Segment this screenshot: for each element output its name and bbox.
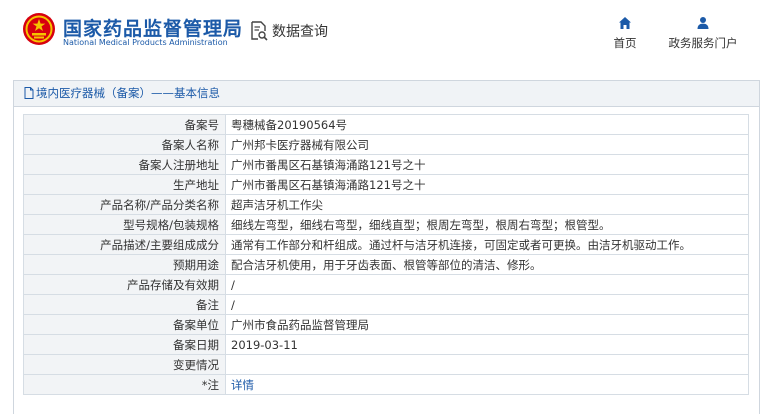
table-row: 型号规格/包装规格 细线左弯型，细线右弯型，细线直型；根周左弯型，根周右弯型；根管… [23, 214, 749, 235]
document-search-icon [251, 21, 268, 41]
nav-home[interactable]: 首页 [605, 16, 645, 51]
table-row: 生产地址 广州市番禺区石基镇海涌路121号之十 [23, 174, 749, 195]
table-row: 备注 / [23, 294, 749, 315]
field-value: 广州市食品药品监督管理局 [225, 314, 749, 335]
nav-home-label: 首页 [613, 36, 637, 50]
table-row: 备案人注册地址 广州市番禺区石基镇海涌路121号之十 [23, 154, 749, 175]
user-icon [697, 17, 709, 29]
field-value: 广州市番禺区石基镇海涌路121号之十 [225, 174, 749, 195]
field-label: 备案单位 [23, 314, 226, 335]
field-label: 型号规格/包装规格 [23, 214, 226, 235]
site-name-en: National Medical Products Administration [63, 38, 228, 47]
table-row: 产品存储及有效期 / [23, 274, 749, 295]
table-row: 备案单位 广州市食品药品监督管理局 [23, 314, 749, 335]
field-value: 细线左弯型，细线右弯型，细线直型；根周左弯型，根周右弯型；根管型。 [225, 214, 749, 235]
table-row: 产品描述/主要组成成分 通常有工作部分和杆组成。通过杆与洁牙机连接，可固定或者可更… [23, 234, 749, 255]
table-row: 预期用途 配合洁牙机使用，用于牙齿表面、根管等部位的清洁、修形。 [23, 254, 749, 275]
data-query-link[interactable]: 数据查询 [250, 20, 328, 42]
field-label: 备案人名称 [23, 134, 226, 155]
field-value: 超声洁牙机工作尖 [225, 194, 749, 215]
table-row: 备案号 粤穗械备20190564号 [23, 114, 749, 135]
field-value: / [225, 294, 749, 315]
field-value [225, 354, 749, 375]
home-icon [619, 17, 631, 29]
record-info-table: 备案号 粤穗械备20190564号 备案人名称 广州邦卡医疗器械有限公司 备案人注册… [23, 114, 749, 395]
field-label: 备案号 [23, 114, 226, 135]
panel-breadcrumb: 境内医疗器械（备案）——基本信息 [14, 81, 759, 107]
field-value: 通常有工作部分和杆组成。通过杆与洁牙机连接，可固定或者可更换。由洁牙机驱动工作。 [225, 234, 749, 255]
site-header: 国家药品监督管理局 National Medical Products Admi… [0, 0, 761, 64]
field-label: 备案日期 [23, 334, 226, 355]
table-row: 变更情况 [23, 354, 749, 375]
table-row: 备案人名称 广州邦卡医疗器械有限公司 [23, 134, 749, 155]
field-label: 预期用途 [23, 254, 226, 275]
nav-service-portal[interactable]: 政务服务门户 [660, 16, 746, 51]
field-value: / [225, 274, 749, 295]
field-value: 广州市番禺区石基镇海涌路121号之十 [225, 154, 749, 175]
field-value: 粤穗械备20190564号 [225, 114, 749, 135]
national-emblem-icon [23, 13, 55, 45]
document-icon [24, 87, 34, 99]
record-panel: 境内医疗器械（备案）——基本信息 备案号 粤穗械备20190564号 备案人名称广… [13, 80, 760, 414]
breadcrumb-text: 境内医疗器械（备案）——基本信息 [36, 86, 220, 100]
field-label: 产品名称/产品分类名称 [23, 194, 226, 215]
data-query-label: 数据查询 [272, 24, 328, 40]
nav-service-label: 政务服务门户 [668, 36, 738, 50]
table-row: *注 详情 [23, 374, 749, 395]
details-link[interactable]: 详情 [231, 378, 254, 392]
site-name-cn: 国家药品监督管理局 [63, 18, 244, 40]
field-label: 生产地址 [23, 174, 226, 195]
field-label: 产品描述/主要组成成分 [23, 234, 226, 255]
field-value: 配合洁牙机使用，用于牙齿表面、根管等部位的清洁、修形。 [225, 254, 749, 275]
field-value: 2019-03-11 [225, 334, 749, 355]
field-label: 备案人注册地址 [23, 154, 226, 175]
field-value: 广州邦卡医疗器械有限公司 [225, 134, 749, 155]
table-row: 产品名称/产品分类名称 超声洁牙机工作尖 [23, 194, 749, 215]
field-label: *注 [23, 374, 226, 395]
field-label: 产品存储及有效期 [23, 274, 226, 295]
field-label: 变更情况 [23, 354, 226, 375]
field-label: 备注 [23, 294, 226, 315]
field-value: 详情 [225, 374, 749, 395]
table-row: 备案日期 2019-03-11 [23, 334, 749, 355]
